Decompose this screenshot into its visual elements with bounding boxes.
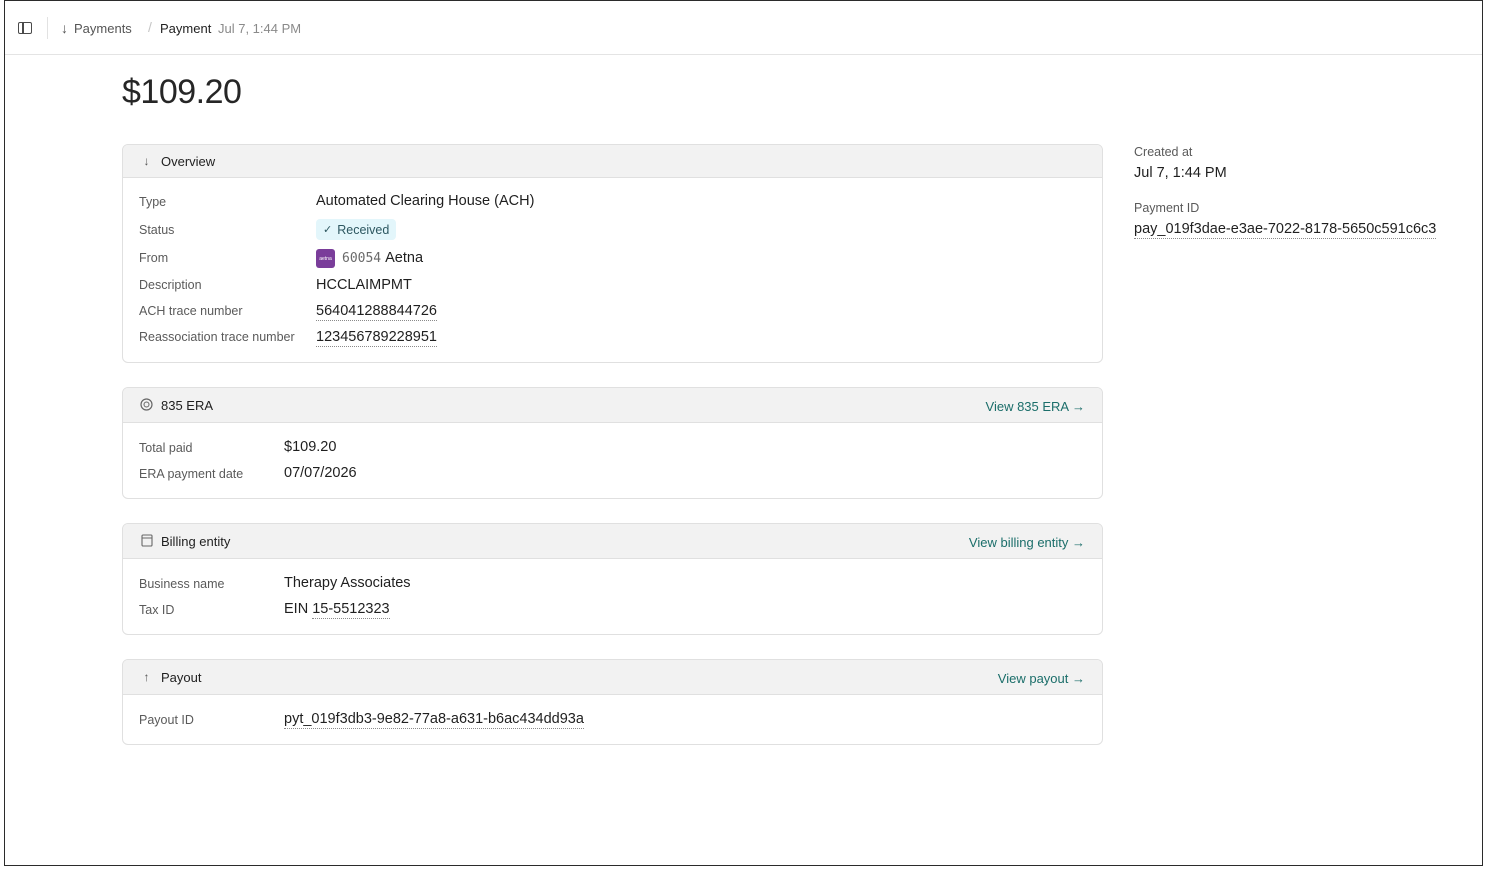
- type-label: Type: [139, 195, 167, 209]
- sidebar-toggle-icon[interactable]: [18, 22, 32, 34]
- arrow-up-icon: ↑: [143, 669, 150, 684]
- arrow-down-icon: ↓: [61, 20, 68, 36]
- payer-logo: aetna: [316, 249, 335, 268]
- payout-title: Payout: [161, 670, 202, 685]
- ach-trace-value[interactable]: 564041288844726: [316, 303, 437, 321]
- payout-header: ↑ Payout View payout →: [123, 660, 1102, 695]
- billing-entity-header: Billing entity View billing entity →: [123, 524, 1102, 559]
- top-bar: ↓ Payments / Payment Jul 7, 1:44 PM: [5, 1, 1482, 55]
- reassociation-trace-value[interactable]: 123456789228951: [316, 329, 437, 347]
- view-billing-entity-link[interactable]: View billing entity →: [969, 535, 1085, 550]
- payer-name: Aetna: [385, 250, 424, 266]
- overview-card: ↓ Overview Type Automated Clearing House…: [122, 144, 1103, 363]
- era-header: 835 ERA View 835 ERA →: [123, 388, 1102, 423]
- era-icon: [140, 398, 153, 411]
- ach-trace-label: ACH trace number: [139, 304, 243, 318]
- era-title: 835 ERA: [161, 398, 214, 413]
- view-era-link[interactable]: View 835 ERA →: [986, 399, 1085, 414]
- tax-id-prefix: EIN: [284, 601, 309, 617]
- payment-id-section: Payment ID pay_019f3dae-e3ae-7022-8178-5…: [1134, 201, 1437, 239]
- billing-entity-card: Billing entity View billing entity → Bus…: [122, 523, 1103, 635]
- payment-id-value[interactable]: pay_019f3dae-e3ae-7022-8178-5650c591c6c3: [1134, 221, 1437, 239]
- building-icon: [140, 534, 153, 547]
- billing-entity-title: Billing entity: [161, 534, 231, 549]
- era-payment-date-value: 07/07/2026: [284, 465, 357, 481]
- tax-id-value: EIN 15-5512323: [284, 601, 390, 619]
- breadcrumb-timestamp: Jul 7, 1:44 PM: [218, 21, 302, 36]
- breadcrumb-payments[interactable]: ↓ Payments: [61, 20, 132, 36]
- era-payment-date-label: ERA payment date: [139, 467, 244, 481]
- business-name-value: Therapy Associates: [284, 575, 411, 591]
- tax-id-number[interactable]: 15-5512323: [312, 601, 390, 619]
- total-paid-label: Total paid: [139, 441, 193, 455]
- reassociation-trace-label: Reassociation trace number: [139, 330, 295, 344]
- created-at-value: Jul 7, 1:44 PM: [1134, 165, 1227, 181]
- status-badge: ✓ Received: [316, 219, 397, 240]
- payment-id-label: Payment ID: [1134, 201, 1200, 215]
- from-value[interactable]: 60054 Aetna: [342, 250, 423, 266]
- view-payout-link[interactable]: View payout →: [998, 671, 1085, 686]
- description-value: HCCLAIMPMT: [316, 277, 412, 293]
- payment-amount: $109.20: [122, 73, 242, 111]
- overview-header[interactable]: ↓ Overview: [123, 145, 1102, 178]
- breadcrumb-current: Payment: [160, 21, 212, 36]
- breadcrumb-separator: /: [148, 19, 152, 35]
- description-label: Description: [139, 278, 202, 292]
- status-value: Received: [337, 222, 390, 237]
- era-card: 835 ERA View 835 ERA → Total paid $109.2…: [122, 387, 1103, 499]
- payout-id-value[interactable]: pyt_019f3db3-9e82-77a8-a631-b6ac434dd93a: [284, 711, 584, 729]
- topbar-divider: [47, 17, 48, 39]
- from-label: From: [139, 251, 169, 265]
- type-value: Automated Clearing House (ACH): [316, 193, 535, 209]
- payout-id-label: Payout ID: [139, 713, 194, 727]
- created-at-section: Created at Jul 7, 1:44 PM: [1134, 145, 1227, 181]
- status-label: Status: [139, 223, 175, 237]
- business-name-label: Business name: [139, 577, 225, 591]
- arrow-down-icon: ↓: [143, 153, 150, 168]
- payout-card: ↑ Payout View payout → Payout ID pyt_019…: [122, 659, 1103, 745]
- created-at-label: Created at: [1134, 145, 1193, 159]
- total-paid-value: $109.20: [284, 439, 337, 455]
- app-window: ↓ Payments / Payment Jul 7, 1:44 PM $109…: [4, 0, 1483, 866]
- overview-title: Overview: [161, 154, 216, 169]
- check-icon: ✓: [323, 224, 333, 236]
- tax-id-label: Tax ID: [139, 603, 175, 617]
- breadcrumb-payments-label: Payments: [74, 20, 132, 36]
- payer-id: 60054: [342, 251, 382, 266]
